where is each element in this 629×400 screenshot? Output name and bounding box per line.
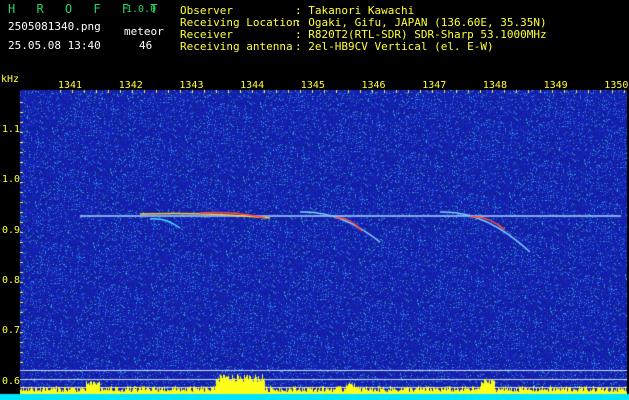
time-tick-label: 1343 [179, 80, 204, 91]
freq-unit-label: kHz [1, 74, 20, 85]
freq-tick-label: 0.6 [2, 375, 21, 387]
time-tick-label: 1341 [58, 80, 83, 91]
header-panel: H R O F F T 1.0.0 2505081340.png 25.05.0… [0, 0, 629, 72]
app-version: 1.0.0 [126, 4, 157, 15]
meteor-label: meteor [124, 25, 164, 38]
freq-tick-label: 1.0 [2, 174, 21, 186]
image-filename: 2505081340.png [8, 20, 101, 33]
meteor-count: 46 [139, 39, 153, 52]
info-key-antenna: Receiving antenna [180, 40, 293, 53]
time-tick-label: 1342 [118, 80, 143, 91]
time-tick-label: 1350 [604, 80, 629, 91]
capture-datetime: 25.05.08 13:40 [8, 39, 101, 52]
time-tick-label: 1345 [300, 80, 325, 91]
time-tick-label: 1348 [482, 80, 507, 91]
freq-tick-label: 0.8 [2, 274, 21, 286]
freq-tick-label: 0.9 [2, 224, 21, 236]
freq-tick-label: 1.1 [2, 124, 21, 135]
freq-tick-label: 0.7 [2, 325, 21, 337]
time-tick-label: 1346 [361, 80, 386, 91]
time-tick-label: 1347 [422, 80, 447, 91]
spectrogram-plot [0, 72, 629, 400]
info-value-antenna: : 2el-HB9CV Vertical (el. E-W) [295, 40, 494, 53]
time-tick-label: 1349 [543, 80, 568, 91]
time-tick-label: 1344 [240, 80, 265, 91]
